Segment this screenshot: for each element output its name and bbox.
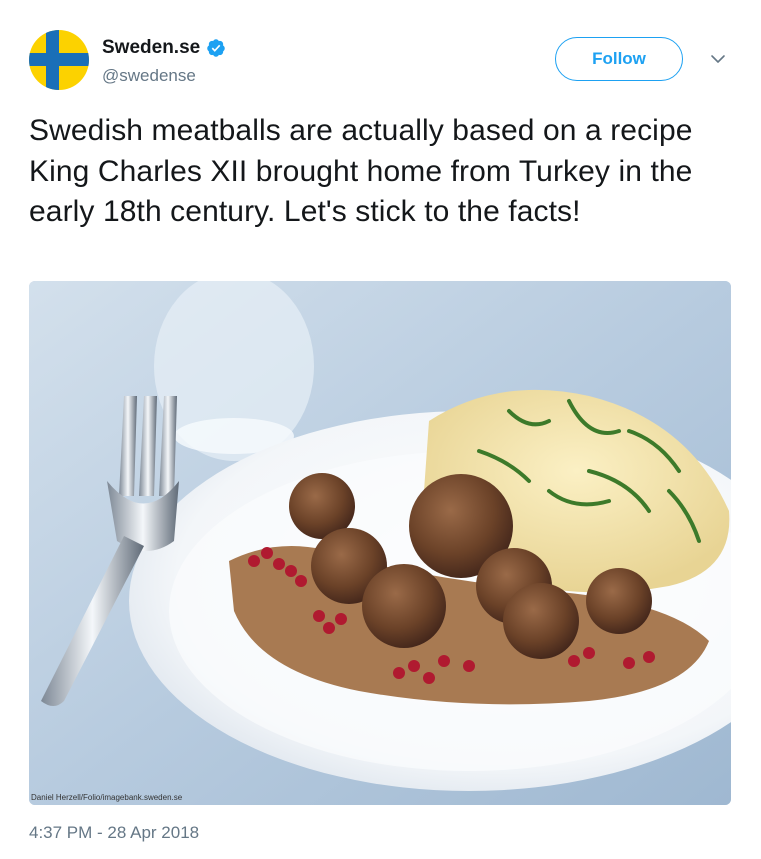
chevron-down-icon[interactable] xyxy=(708,52,728,66)
verified-badge-icon xyxy=(207,39,225,57)
tweet-photo[interactable]: Daniel Herzell/Folio/imagebank.sweden.se xyxy=(29,281,731,805)
photo-credit: Daniel Herzell/Folio/imagebank.sweden.se xyxy=(31,793,183,802)
flag-cross-vertical xyxy=(46,30,59,90)
display-name[interactable]: Sweden.se xyxy=(102,37,200,59)
follow-button[interactable]: Follow xyxy=(555,37,683,81)
meatballs-photo-image xyxy=(29,281,731,805)
avatar[interactable] xyxy=(29,30,89,90)
handle[interactable]: @swedense xyxy=(102,66,196,86)
display-name-row[interactable]: Sweden.se xyxy=(102,37,226,59)
tweet-timestamp[interactable]: 4:37 PM - 28 Apr 2018 xyxy=(29,823,199,843)
flag-cross-horizontal xyxy=(29,53,89,66)
tweet-text: Swedish meatballs are actually based on … xyxy=(29,114,693,228)
